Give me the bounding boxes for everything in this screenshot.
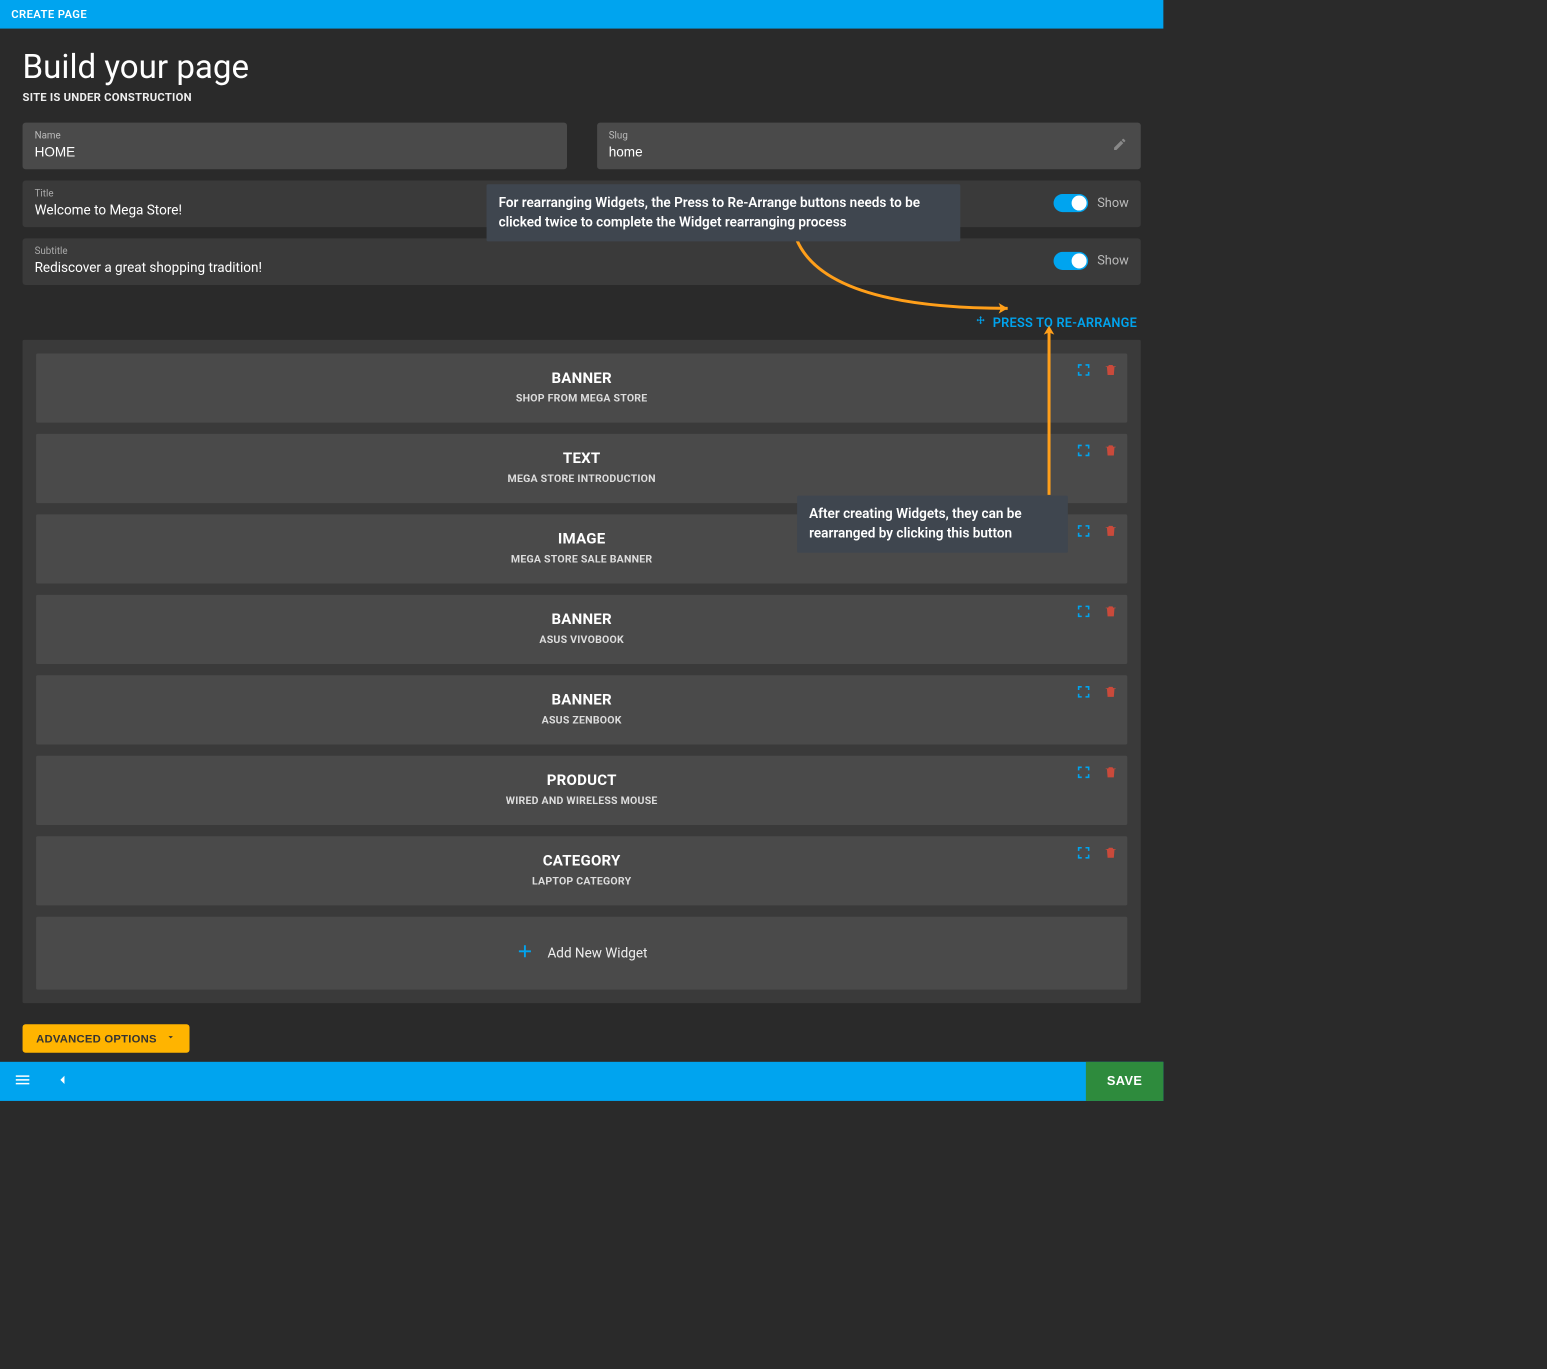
title-show-label: Show bbox=[1097, 196, 1129, 211]
trash-icon[interactable] bbox=[1103, 523, 1118, 541]
trash-icon[interactable] bbox=[1103, 443, 1118, 461]
subtitle-show-label: Show bbox=[1097, 253, 1129, 268]
widget-type: PRODUCT bbox=[50, 771, 1114, 789]
expand-icon[interactable] bbox=[1076, 684, 1091, 702]
save-button[interactable]: SAVE bbox=[1086, 1062, 1163, 1101]
top-bar: CREATE PAGE bbox=[0, 0, 1163, 29]
expand-icon[interactable] bbox=[1076, 443, 1091, 461]
widget-subtitle: WIRED AND WIRELESS MOUSE bbox=[50, 795, 1114, 807]
bottom-bar: SAVE bbox=[0, 1062, 1163, 1101]
widget-type: BANNER bbox=[50, 368, 1114, 386]
name-label: Name bbox=[35, 130, 555, 141]
trash-icon[interactable] bbox=[1103, 604, 1118, 622]
subtitle-label: Subtitle bbox=[35, 246, 1054, 257]
page-title: Build your page bbox=[23, 47, 1141, 86]
trash-icon[interactable] bbox=[1103, 684, 1118, 702]
add-widget-button[interactable]: Add New Widget bbox=[36, 917, 1127, 990]
widgets-panel: BANNER SHOP FROM MEGA STORE TEXT MEGA STORE… bbox=[23, 340, 1141, 1003]
annotation-tooltip-2: After creating Widgets, they can be rear… bbox=[797, 496, 1068, 553]
advanced-options-button[interactable]: ADVANCED OPTIONS bbox=[23, 1024, 190, 1053]
menu-icon[interactable] bbox=[14, 1071, 32, 1092]
page-subtitle: SITE IS UNDER CONSTRUCTION bbox=[23, 90, 1141, 104]
widget-card[interactable]: BANNER ASUS ZENBOOK bbox=[36, 675, 1127, 744]
expand-icon[interactable] bbox=[1076, 845, 1091, 863]
widget-card[interactable]: TEXT MEGA STORE INTRODUCTION bbox=[36, 434, 1127, 503]
add-widget-label: Add New Widget bbox=[547, 945, 647, 961]
annotation-tooltip-1: For rearranging Widgets, the Press to Re… bbox=[487, 184, 961, 241]
widget-card[interactable]: BANNER SHOP FROM MEGA STORE bbox=[36, 353, 1127, 422]
chevron-down-icon bbox=[166, 1032, 177, 1046]
widget-subtitle: MEGA STORE SALE BANNER bbox=[50, 553, 1114, 565]
expand-icon[interactable] bbox=[1076, 362, 1091, 380]
widget-subtitle: ASUS ZENBOOK bbox=[50, 714, 1114, 726]
rearrange-label: PRESS TO RE-ARRANGE bbox=[993, 315, 1137, 330]
widget-card[interactable]: CATEGORY LAPTOP CATEGORY bbox=[36, 836, 1127, 905]
subtitle-show-toggle[interactable] bbox=[1054, 252, 1089, 270]
widget-card[interactable]: PRODUCT WIRED AND WIRELESS MOUSE bbox=[36, 756, 1127, 825]
name-field[interactable]: Name bbox=[23, 123, 567, 170]
slug-input[interactable] bbox=[609, 144, 1129, 160]
expand-icon[interactable] bbox=[1076, 604, 1091, 622]
save-label: SAVE bbox=[1107, 1074, 1142, 1088]
widget-subtitle: SHOP FROM MEGA STORE bbox=[50, 393, 1114, 405]
trash-icon[interactable] bbox=[1103, 845, 1118, 863]
widget-subtitle: LAPTOP CATEGORY bbox=[50, 875, 1114, 887]
subtitle-value: Rediscover a great shopping tradition! bbox=[35, 260, 1054, 276]
expand-icon[interactable] bbox=[1076, 765, 1091, 783]
back-icon[interactable] bbox=[54, 1072, 71, 1092]
top-bar-title: CREATE PAGE bbox=[11, 8, 87, 22]
advanced-options-label: ADVANCED OPTIONS bbox=[36, 1032, 157, 1045]
trash-icon[interactable] bbox=[1103, 765, 1118, 783]
rearrange-button[interactable]: PRESS TO RE-ARRANGE bbox=[975, 315, 1137, 331]
plus-icon bbox=[516, 941, 534, 966]
slug-label: Slug bbox=[609, 130, 1129, 141]
widget-subtitle: ASUS VIVOBOOK bbox=[50, 634, 1114, 646]
slug-field[interactable]: Slug bbox=[597, 123, 1141, 170]
move-icon bbox=[975, 315, 987, 331]
title-show-toggle[interactable] bbox=[1054, 194, 1089, 212]
name-input[interactable] bbox=[35, 144, 555, 160]
widget-type: BANNER bbox=[50, 610, 1114, 628]
trash-icon[interactable] bbox=[1103, 362, 1118, 380]
expand-icon[interactable] bbox=[1076, 523, 1091, 541]
pencil-icon[interactable] bbox=[1112, 137, 1127, 155]
subtitle-field[interactable]: Subtitle Rediscover a great shopping tra… bbox=[23, 238, 1141, 285]
widget-card[interactable]: BANNER ASUS VIVOBOOK bbox=[36, 595, 1127, 664]
widget-type: BANNER bbox=[50, 690, 1114, 708]
widget-type: CATEGORY bbox=[50, 851, 1114, 869]
widget-subtitle: MEGA STORE INTRODUCTION bbox=[50, 473, 1114, 485]
widget-type: TEXT bbox=[50, 449, 1114, 467]
